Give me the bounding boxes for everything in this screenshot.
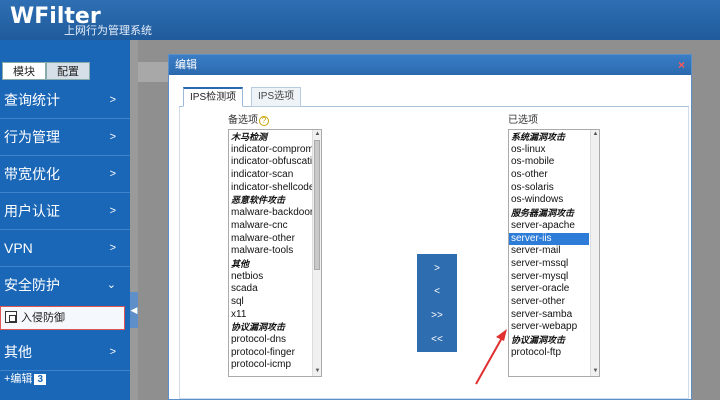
- annotation-arrow: [475, 329, 507, 385]
